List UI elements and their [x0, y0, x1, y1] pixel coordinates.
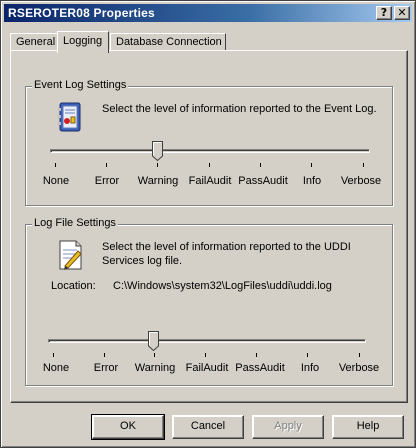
tab-general[interactable]: General [10, 33, 58, 51]
event-log-settings-group: Event Log Settings Select the level of i… [25, 79, 393, 206]
level-label-failaudit: FailAudit [185, 362, 229, 374]
log-file-location: Location: C:\Windows\system32\LogFiles\u… [51, 280, 332, 292]
log-file-description: Select the level of information reported… [102, 241, 351, 267]
window-title: RSEROTER08 Properties [8, 6, 155, 20]
event-log-icon [56, 101, 84, 133]
tab-database-connection-label: Database Connection [116, 36, 222, 48]
event-log-slider-thumb[interactable] [152, 141, 163, 162]
level-label-none: None [42, 175, 70, 187]
apply-button[interactable]: Apply [252, 415, 324, 439]
tab-database-connection[interactable]: Database Connection [110, 33, 226, 51]
log-file-slider-thumb[interactable] [148, 331, 159, 352]
event-log-slider-ticks [50, 163, 370, 168]
title-bar[interactable]: RSEROTER08 Properties ? ✕ [4, 4, 412, 22]
level-label-info: Info [302, 175, 322, 187]
close-icon: ✕ [397, 6, 407, 19]
level-label-error: Error [93, 362, 119, 374]
location-label: Location: [51, 280, 96, 292]
tab-logging-label: Logging [63, 35, 103, 47]
question-icon: ? [380, 6, 388, 19]
properties-dialog: RSEROTER08 Properties ? ✕ General Loggin… [0, 0, 416, 448]
help-title-button[interactable]: ? [376, 6, 392, 20]
level-label-error: Error [94, 175, 120, 187]
level-label-verbose: Verbose [340, 175, 382, 187]
event-log-level-labels: None Error Warning FailAudit PassAudit I… [43, 175, 381, 189]
event-log-settings-heading: Event Log Settings [32, 79, 129, 91]
logging-tab-panel: Event Log Settings Select the level of i… [10, 50, 408, 403]
cancel-button[interactable]: Cancel [172, 415, 244, 439]
event-log-level-slider[interactable]: None Error Warning FailAudit PassAudit I… [43, 141, 381, 187]
log-file-level-slider[interactable]: None Error Warning FailAudit PassAudit I… [43, 331, 379, 374]
log-file-settings-heading: Log File Settings [32, 217, 118, 229]
location-path: C:\Windows\system32\LogFiles\uddi\uddi.l… [113, 280, 332, 292]
level-label-failaudit: FailAudit [188, 175, 232, 187]
level-label-verbose: Verbose [338, 362, 380, 374]
log-file-slider-track [48, 339, 366, 343]
close-title-button[interactable]: ✕ [394, 6, 410, 20]
log-file-level-labels: None Error Warning FailAudit PassAudit I… [43, 362, 379, 376]
tab-logging[interactable]: Logging [57, 31, 109, 53]
tab-general-label: General [16, 36, 56, 48]
level-label-warning: Warning [137, 175, 179, 187]
level-label-warning: Warning [134, 362, 176, 374]
log-file-slider-ticks [48, 353, 366, 358]
level-label-none: None [42, 362, 70, 374]
log-file-icon [56, 239, 84, 271]
event-log-description: Select the level of information reported… [102, 103, 377, 115]
ok-button[interactable]: OK [91, 414, 165, 440]
log-file-settings-group: Log File Settings Select the level of in… [25, 217, 393, 386]
level-label-passaudit: PassAudit [235, 362, 285, 374]
level-label-info: Info [300, 362, 320, 374]
event-log-slider-track [50, 149, 370, 153]
level-label-passaudit: PassAudit [238, 175, 288, 187]
help-button[interactable]: Help [332, 415, 404, 439]
